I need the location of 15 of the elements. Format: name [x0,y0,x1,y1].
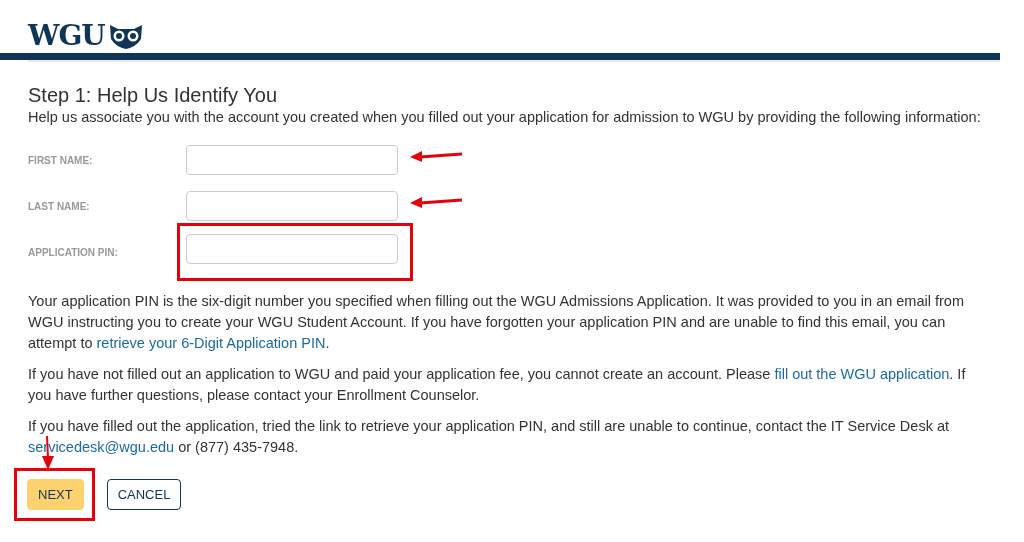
page-heading: Step 1: Help Us Identify You [28,84,279,107]
text-field[interactable] [186,234,398,264]
logo: WGU [28,19,105,52]
field-label: APPLICATION PIN: [28,246,119,258]
cancel-button[interactable]: CANCEL [106,479,182,510]
field-label: LAST NAME: [28,200,91,212]
next-button[interactable]: NEXT [27,479,84,510]
text-field[interactable] [186,191,398,221]
intro-text: Help us associate you with the account you created when you filled out your application for admission to WGU by providing the following information: [28,109,982,125]
info-paragraph: If you have not filled out an application to WGU and paid your application fee, you cannot create an account. Please fill out the WGU application. If you have further questions, please contact your Enrollment Counselor. [28,365,967,405]
field-label: FIRST NAME: [28,154,94,166]
text-field[interactable] [186,145,398,175]
info-paragraph: Your application PIN is the six-digit number you specified when filling out the WGU Admissions Application. It was provided to you in an email from WGU instructing you to create your WGU Student Account. If you have forgotten your application PIN and are unable to find this email, you can attempt to retrieve your 6-Digit Application PIN. [28,292,965,353]
text-link[interactable]: retrieve your 6-Digit Application PIN [96,335,326,351]
owl-icon [108,22,143,49]
